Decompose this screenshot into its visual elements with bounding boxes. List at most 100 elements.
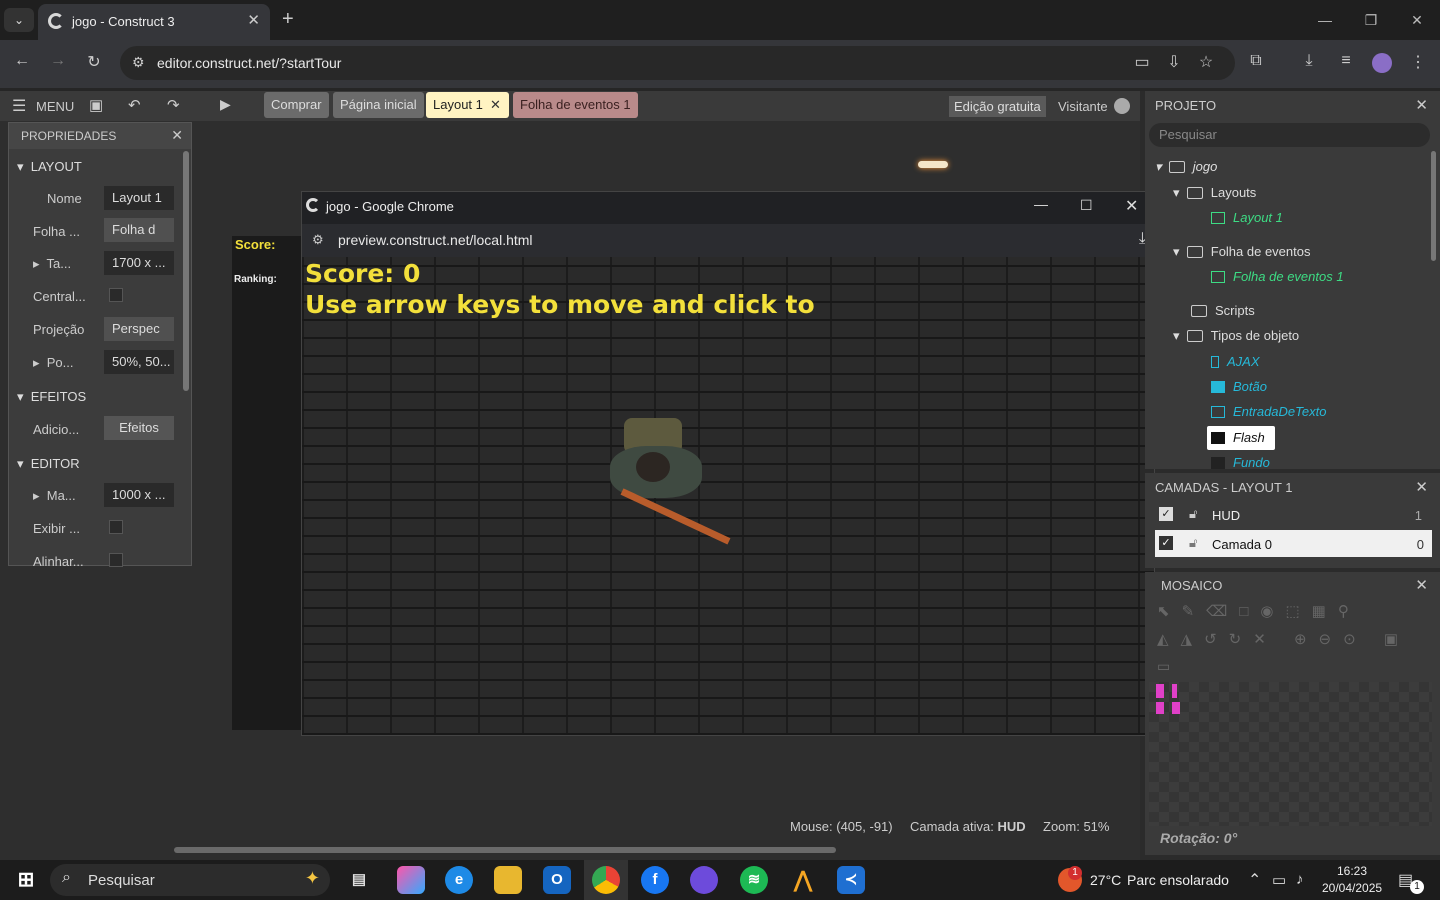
prop-align-checkbox[interactable] <box>109 553 123 567</box>
media-controls-icon[interactable]: ≡ <box>1334 52 1358 70</box>
chrome-icon[interactable] <box>592 866 620 894</box>
layer-name[interactable]: HUD <box>1212 508 1240 523</box>
tab-layout-1[interactable]: Layout 1 ✕ <box>426 92 509 118</box>
prop-sheet-select[interactable]: Folha d <box>104 218 174 242</box>
redo-icon[interactable]: ↷ <box>167 96 180 114</box>
profile-avatar[interactable] <box>1372 53 1392 73</box>
preview-play-icon[interactable]: ▶ <box>220 96 231 113</box>
layout-score-text[interactable]: Score: <box>235 237 275 252</box>
taskbar-search[interactable]: ⌕ Pesquisar ✦ <box>50 864 330 896</box>
prop-show-checkbox[interactable] <box>109 520 123 534</box>
extensions-icon[interactable]: ⧉ <box>1244 52 1268 70</box>
bullet-sprite[interactable] <box>918 161 948 168</box>
preview-minimize-icon[interactable]: — <box>1034 196 1048 212</box>
prop-pos-input[interactable]: 50%, 50... <box>104 350 174 374</box>
task-view-icon[interactable]: ▤ <box>345 866 373 894</box>
preview-site-info-icon[interactable]: ⚙ <box>312 232 324 248</box>
edge-icon[interactable]: e <box>445 866 473 894</box>
file-explorer-icon[interactable] <box>494 866 522 894</box>
tilemap-tools-row-2[interactable]: ◭◮↺↻✕ ⊕⊖⊙ ▣ <box>1157 630 1410 648</box>
game-canvas[interactable] <box>302 257 1154 735</box>
close-layers-icon[interactable]: ✕ <box>1415 478 1428 496</box>
vscode-icon[interactable]: ≺ <box>837 866 865 894</box>
tile-swatch[interactable] <box>1172 702 1180 714</box>
close-window-icon[interactable]: ✕ <box>1402 6 1432 34</box>
properties-scrollbar[interactable] <box>183 151 189 391</box>
menu-hamburger-icon[interactable]: ☰ <box>12 96 26 116</box>
free-edition-badge[interactable]: Edição gratuita <box>949 96 1046 117</box>
undo-icon[interactable]: ↶ <box>128 96 141 114</box>
tile-swatch[interactable] <box>1156 684 1164 698</box>
close-tab-icon[interactable]: ✕ <box>247 11 260 29</box>
bookmark-star-icon[interactable]: ☆ <box>1194 52 1218 72</box>
restore-window-icon[interactable]: ❐ <box>1356 6 1386 34</box>
tree-events-folder[interactable]: ▾ Folha de eventos <box>1173 244 1310 260</box>
section-layout[interactable]: ▾ LAYOUT <box>17 159 82 175</box>
forward-icon[interactable]: → <box>46 52 70 70</box>
address-bar[interactable]: ⚙ editor.construct.net/?startTour <box>120 46 1235 80</box>
layer-lock-icon[interactable]: 🔓︎ <box>1189 535 1197 551</box>
preview-close-icon[interactable]: ✕ <box>1125 196 1138 216</box>
section-editor[interactable]: ▾ EDITOR <box>17 456 80 472</box>
user-label[interactable]: Visitante <box>1058 99 1108 114</box>
app-launcher-icon[interactable]: ⋀ <box>789 866 817 894</box>
prop-size-input[interactable]: 1700 x ... <box>104 251 174 275</box>
close-tab-icon[interactable]: ✕ <box>490 92 501 118</box>
install-app-icon[interactable]: ⇩ <box>1162 52 1186 72</box>
layout-area[interactable] <box>232 236 302 730</box>
weather-temperature[interactable]: 27°C <box>1090 872 1121 888</box>
minimize-window-icon[interactable]: — <box>1310 6 1340 34</box>
reload-icon[interactable]: ↻ <box>82 52 106 72</box>
preview-maximize-icon[interactable]: ☐ <box>1080 197 1093 214</box>
prop-margin-input[interactable]: 1000 x ... <box>104 483 174 507</box>
new-tab-button[interactable]: + <box>282 8 294 31</box>
spotify-icon[interactable]: ≋ <box>740 866 768 894</box>
user-avatar-icon[interactable] <box>1114 98 1130 114</box>
close-properties-icon[interactable]: ✕ <box>171 127 183 144</box>
tree-layout-1[interactable]: Layout 1 <box>1211 210 1283 225</box>
tilemap-folder-icon[interactable]: ▭ <box>1157 658 1170 675</box>
close-project-icon[interactable]: ✕ <box>1415 96 1428 114</box>
tab-event-sheet[interactable]: Folha de eventos 1 <box>513 92 638 118</box>
browser-menu-icon[interactable]: ⋮ <box>1406 52 1430 72</box>
tab-pagina-inicial[interactable]: Página inicial <box>333 92 424 118</box>
layer-visible-checkbox[interactable]: ✓ <box>1159 536 1173 550</box>
close-tilemap-icon[interactable]: ✕ <box>1415 576 1428 594</box>
tilemap-tools-row-1[interactable]: ⬉✎⌫□◉⬚▦⚲ <box>1157 602 1361 620</box>
tree-event-sheet-1[interactable]: Folha de eventos 1 <box>1211 269 1344 284</box>
tree-object-types-folder[interactable]: ▾ Tipos de objeto <box>1173 328 1299 344</box>
weather-description[interactable]: Parc ensolarado <box>1127 872 1229 888</box>
tree-object-fundo[interactable]: Fundo <box>1211 455 1270 470</box>
clipboard-icon[interactable]: ▭ <box>1130 52 1154 72</box>
project-scrollbar[interactable] <box>1431 151 1436 261</box>
tile-swatch[interactable] <box>1156 702 1164 714</box>
network-icon[interactable]: ▭ <box>1272 871 1286 889</box>
tree-object-flash[interactable]: Flash <box>1207 426 1275 450</box>
tree-layouts-folder[interactable]: ▾ Layouts <box>1173 185 1256 201</box>
prop-central-checkbox[interactable] <box>109 288 123 302</box>
downloads-icon[interactable]: ⤓ <box>1297 52 1321 70</box>
clock-time[interactable]: 16:23 <box>1337 864 1367 878</box>
horizontal-scrollbar[interactable] <box>174 847 836 853</box>
section-effects[interactable]: ▾ EFEITOS <box>17 389 86 405</box>
tree-object-ajax[interactable]: AJAX <box>1211 354 1260 369</box>
tree-root-jogo[interactable]: ▾ jogo <box>1155 159 1217 175</box>
back-icon[interactable]: ← <box>10 52 34 70</box>
tile-swatch[interactable] <box>1172 684 1177 698</box>
layer-visible-checkbox[interactable]: ✓ <box>1159 507 1173 521</box>
tileset-preview[interactable] <box>1149 682 1432 826</box>
outlook-icon[interactable]: O <box>543 866 571 894</box>
tree-object-entrada[interactable]: EntradaDeTexto <box>1211 404 1326 419</box>
tray-chevron-icon[interactable]: ⌃ <box>1248 870 1261 890</box>
copilot-app-icon[interactable] <box>397 866 425 894</box>
tree-scripts-folder[interactable]: Scripts <box>1191 303 1255 318</box>
prop-name-input[interactable]: Layout 1 <box>104 186 174 210</box>
effects-button[interactable]: Efeitos <box>104 416 174 440</box>
facebook-icon[interactable]: f <box>641 866 669 894</box>
project-search-input[interactable]: Pesquisar <box>1149 123 1430 147</box>
layout-ranking-text[interactable]: Ranking: <box>234 274 277 285</box>
messenger-icon[interactable] <box>690 866 718 894</box>
browser-tab[interactable]: jogo - Construct 3 ✕ <box>38 4 270 40</box>
layer-row-selected[interactable]: ✓ 🔓︎ Camada 0 0 <box>1155 530 1432 557</box>
player-soldier-sprite[interactable] <box>610 418 731 545</box>
